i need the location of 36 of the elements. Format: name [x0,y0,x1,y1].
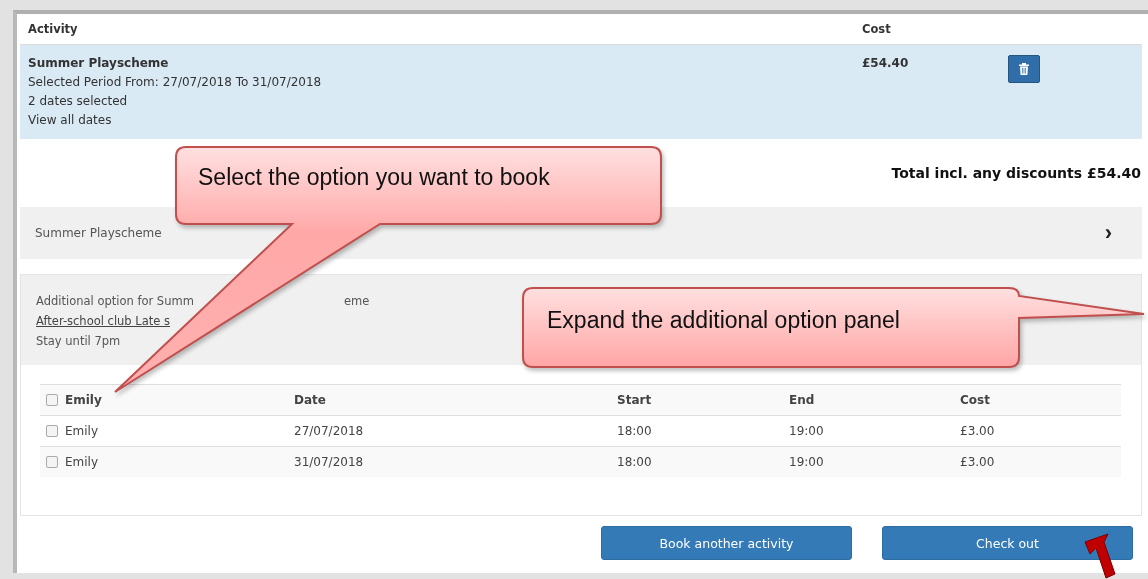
table-cell: Emily [65,424,99,438]
table-cell: 19:00 [789,424,824,438]
dates-count: 2 dates selected [28,93,129,109]
table-cell: £3.00 [960,455,995,469]
table-cell: Emily [65,455,99,469]
column-header: Activity [27,22,79,36]
table-cell: 31/07/2018 [294,455,364,469]
option-note: Stay until 7pm [36,333,122,349]
table-cell: 19:00 [789,455,824,469]
activity-title: Summer Playscheme [28,55,170,71]
column-header: End [789,393,815,407]
action-button[interactable]: Book another activity [601,526,852,560]
option-link[interactable]: After-school club Late s [36,314,170,328]
checkbox[interactable] [46,456,58,468]
table-cell: 27/07/2018 [294,424,364,438]
table-cell: £3.00 [960,424,995,438]
view-dates-link[interactable]: View all dates [28,112,854,128]
column-header: Cost [960,393,990,407]
panel-title: Summer Playscheme [35,226,162,240]
panel-caption: Additional option for Summ [36,293,194,309]
checkbox[interactable] [46,394,58,406]
activity-cost: £54.40 [861,56,909,70]
column-header: Start [617,393,652,407]
trash-icon [1019,63,1029,75]
column-header: Cost [861,22,892,36]
delete-button[interactable] [1008,55,1040,83]
column-header: Date [294,393,326,407]
table-cell: 18:00 [617,455,652,469]
table-cell: 18:00 [617,424,652,438]
panel-caption: eme [343,293,370,309]
column-header: Emily [65,393,102,407]
action-button[interactable]: Check out [882,526,1133,560]
selected-period: Selected Period From: 27/07/2018 To 31/07/2018 [28,74,323,90]
callout-tooltip: Expand the additional option panel [522,287,1147,369]
checkbox[interactable] [46,425,58,437]
total-amount: Total incl. any discounts £54.40 [891,165,1141,181]
